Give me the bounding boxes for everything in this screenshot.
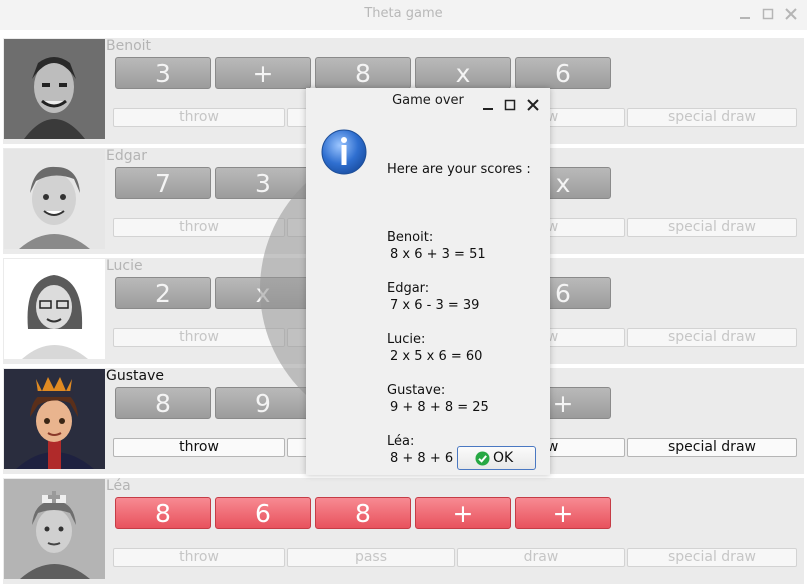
throw-button[interactable]: throw — [113, 438, 285, 457]
dialog-maximize-icon[interactable] — [504, 96, 516, 115]
throw-button[interactable]: throw — [113, 548, 285, 567]
throw-button[interactable]: throw — [113, 108, 285, 127]
scores-text: Here are your scores : Benoit: 8 x 6 + 3 … — [387, 127, 531, 501]
score-spacer — [387, 314, 531, 331]
player-avatar — [4, 149, 105, 249]
close-icon[interactable] — [783, 6, 799, 22]
score-spacer — [387, 263, 531, 280]
ok-button[interactable]: OK — [457, 446, 536, 470]
player-avatar — [4, 39, 105, 139]
score-player-name: Benoit: — [387, 230, 434, 245]
card-row: 8 6 8 + + — [115, 497, 615, 531]
draw-button[interactable]: draw — [457, 548, 625, 567]
card-tile[interactable]: + — [515, 497, 611, 529]
card-tile[interactable]: 8 — [115, 497, 211, 529]
player-avatar — [4, 259, 105, 359]
window-title: Theta game — [364, 6, 443, 21]
pass-button[interactable]: pass — [287, 548, 455, 567]
score-spacer — [387, 416, 531, 433]
special-draw-button[interactable]: special draw — [627, 548, 797, 567]
dialog-close-icon[interactable] — [527, 96, 539, 115]
special-draw-button[interactable]: special draw — [627, 328, 797, 347]
checkmark-icon — [475, 451, 490, 473]
info-icon — [320, 128, 368, 176]
player-avatar — [4, 479, 105, 579]
player-avatar — [4, 369, 105, 469]
score-player-name: Lucie: — [387, 332, 426, 347]
player-name: Lucie — [106, 258, 143, 274]
score-equation: 9 + 8 + 8 = 25 — [390, 400, 489, 415]
card-tile[interactable]: 2 — [115, 277, 211, 309]
card-tile[interactable]: x — [415, 57, 511, 89]
player-name: Benoit — [106, 38, 152, 54]
card-tile[interactable]: 8 — [315, 497, 411, 529]
action-row: throwpassdrawspecial draw — [113, 548, 798, 568]
score-spacer — [387, 365, 531, 382]
score-equation: 8 x 6 + 3 = 51 — [390, 247, 486, 262]
game-over-dialog: Game over Here are your scores : Benoit:… — [306, 88, 550, 475]
special-draw-button[interactable]: special draw — [627, 218, 797, 237]
card-tile[interactable]: + — [215, 57, 311, 89]
player-name: Edgar — [106, 148, 147, 164]
card-tile[interactable]: 8 — [115, 387, 211, 419]
card-tile[interactable]: 6 — [515, 57, 611, 89]
card-tile[interactable]: + — [415, 497, 511, 529]
card-tile[interactable]: 3 — [115, 57, 211, 89]
minimize-icon[interactable] — [737, 6, 753, 22]
card-tile[interactable]: 7 — [115, 167, 211, 199]
score-player-name: Edgar: — [387, 281, 430, 296]
score-equation: 2 x 5 x 6 = 60 — [390, 349, 483, 364]
card-row: 3 +8 x 6 — [115, 57, 615, 91]
card-tile[interactable]: 6 — [215, 497, 311, 529]
special-draw-button[interactable]: special draw — [627, 108, 797, 127]
score-spacer — [387, 212, 531, 229]
card-tile[interactable]: 8 — [315, 57, 411, 89]
score-equation: 7 x 6 - 3 = 39 — [390, 298, 480, 313]
player-name: Léa — [106, 478, 131, 494]
scores-heading: Here are your scores : — [387, 162, 531, 177]
window-titlebar: Theta game — [0, 0, 807, 30]
dialog-minimize-icon[interactable] — [482, 96, 494, 115]
maximize-icon[interactable] — [760, 6, 776, 22]
player-name: Gustave — [106, 368, 164, 384]
score-player-name: Gustave: — [387, 383, 446, 398]
ok-label: OK — [493, 450, 514, 466]
score-list: Benoit: 8 x 6 + 3 = 51 Edgar: 7 x 6 - 3 = … — [387, 212, 531, 467]
special-draw-button[interactable]: special draw — [627, 438, 797, 457]
